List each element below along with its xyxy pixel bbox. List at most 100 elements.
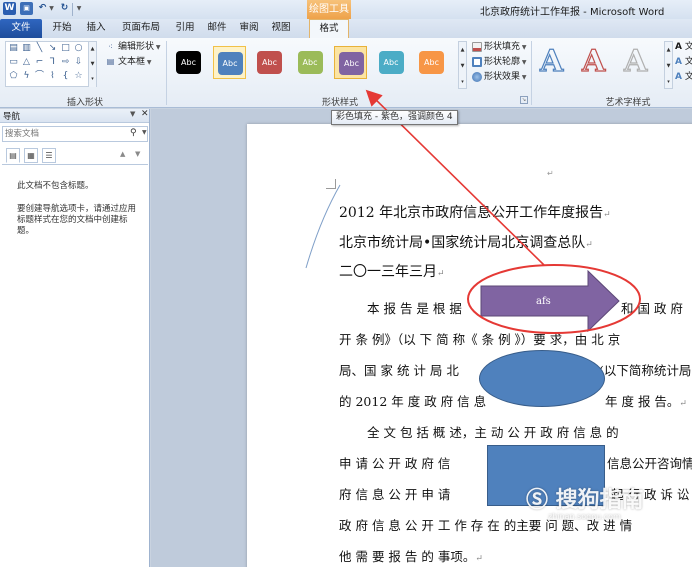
ellipse-shape[interactable] [479,350,605,407]
shape-down-arrow-icon[interactable]: ⇩ [73,57,84,68]
tab-references[interactable]: 引用 [170,19,200,38]
shape-styles-dialog-launcher-icon[interactable]: ↘ [520,96,528,104]
nav-close-icon[interactable]: ✕ [141,109,149,119]
shape-brace-icon[interactable]: { [60,71,71,82]
wordart-style-red-outline[interactable]: A [581,43,605,80]
wordart-scroll-down-icon[interactable]: ▼ [665,58,672,74]
shape-style-swatch-aqua[interactable]: Abc [375,46,408,79]
para-mark: ↵ [547,169,554,178]
wordart-more-icon[interactable]: ▾ [665,74,672,90]
wordart-scroll-up-icon[interactable]: ▲ [665,42,672,58]
shape-effects-label: 形状效果 [484,72,521,82]
doc-line-text: 他 需 要 报 告 的 事项。 [339,549,476,564]
arrow-shape-label[interactable]: afs [536,296,551,307]
tab-mailings[interactable]: 邮件 [202,19,232,38]
shape-style-swatch-text: Abc [419,51,444,74]
gallery-more-icon[interactable]: ▾ [88,72,96,87]
doc-line-text: 北京市统计局•国家统计局北京调查总队 [339,235,586,251]
shape-style-gallery[interactable]: Abc Abc Abc Abc Abc Abc Abc [172,41,458,89]
nav-options-icon[interactable]: ▼ [130,110,135,118]
tab-file[interactable]: 文件 [0,19,42,38]
shape-style-swatch-red[interactable]: Abc [253,46,286,79]
search-icon[interactable]: ⚲ [130,128,137,138]
nav-tab-pages-icon[interactable]: ▦ [24,148,38,163]
nav-search-input[interactable] [5,128,123,140]
shape-fill-button[interactable]: 形状填充 ▼ [472,40,527,54]
shape-style-swatch-purple[interactable]: Abc [334,46,367,79]
customize-icon[interactable]: ▼ [75,2,83,15]
shape-gallery[interactable]: ▤ ▥ ╲ ↘ □ ○ ▭ △ ⌐ ⅂ ⇨ ⇩ ⬠ ϟ ⌒ ⌇ { ☆ ▲ ▼ … [5,41,97,87]
tab-page-layout[interactable]: 页面布局 [114,19,168,38]
shape-pentagon-icon[interactable]: ⬠ [8,71,19,82]
shape-right-arrow-icon[interactable]: ⇨ [60,57,71,68]
ribbon-tab-row: 文件 开始 插入 页面布局 引用 邮件 审阅 视图 格式 [0,19,692,38]
tab-review[interactable]: 审阅 [234,19,264,38]
undo-dropdown-icon[interactable]: ▼ [48,2,55,15]
shape-triangle-icon[interactable]: △ [21,57,32,68]
shape-connector-icon[interactable]: ⅂ [47,57,58,68]
shape-style-swatch-orange[interactable]: Abc [415,46,448,79]
tab-format[interactable]: 格式 [309,19,349,38]
shape-style-swatch-text: Abc [176,51,201,74]
nav-tab-results-icon[interactable]: ☰ [42,148,56,163]
shape-effects-button[interactable]: 形状效果 ▼ [472,70,527,84]
shape-arrow-line-icon[interactable]: ↘ [47,43,58,54]
shape-freeform-icon[interactable]: ⌇ [47,71,58,82]
text-effects-button[interactable]: A 文 [675,70,692,84]
shape-star-icon[interactable]: ☆ [73,71,84,82]
style-more-icon[interactable]: ▾ [459,74,466,90]
text-outline-button[interactable]: A 文 [675,55,692,69]
gallery-scroll-down-icon[interactable]: ▼ [88,57,96,72]
shape-outline-button[interactable]: 形状轮廓 ▼ [472,55,527,69]
doc-body-line-right: (以下简称统计局 [599,363,692,378]
redo-icon[interactable]: ↻ [58,2,71,15]
text-fill-button[interactable]: A 文 [675,40,692,54]
shape-style-swatch-black[interactable]: Abc [172,46,205,79]
text-fill-label: 文 [684,42,692,52]
edit-shape-button[interactable]: ⁖ 编辑形状 ▼ [105,41,160,54]
nav-next-icon[interactable]: ▼ [135,150,140,158]
doc-line-text: 二〇一三年三月 [339,264,437,280]
text-box-icon: ▤ [106,56,115,66]
shape-elbow-icon[interactable]: ⌐ [34,57,45,68]
shape-textbox-icon[interactable]: ▤ [8,43,19,54]
shape-rectangle-icon[interactable]: □ [60,43,71,54]
context-tab-group-label: 绘图工具 [307,0,351,19]
para-mark: ↵ [603,210,611,220]
doc-body-line: 的 2012 年 度 政 府 信 息 [339,394,487,409]
tab-start[interactable]: 开始 [46,19,78,38]
shape-lightning-icon[interactable]: ϟ [21,71,32,82]
shape-style-swatch-text: Abc [217,52,243,75]
shape-vertical-textbox-icon[interactable]: ▥ [21,43,32,54]
shape-oval-icon[interactable]: ○ [73,43,84,54]
watermark-logo-sub: zhinan.sogou.com [548,512,621,521]
word-app-icon[interactable]: W [3,2,16,15]
shape-style-swatch-blue[interactable]: Abc [212,46,246,79]
nav-help-message: 要创建导航选项卡，请通过应用标题样式在您的文档中创建标题。 [17,204,137,236]
group-separator [531,41,532,105]
shape-style-swatch-green[interactable]: Abc [294,46,327,79]
shape-style-swatch-text: Abc [378,51,404,74]
gallery-scroll-up-icon[interactable]: ▲ [88,42,96,57]
doc-title-line: 2012 年北京市政府信息公开工作年度报告↵ [339,202,611,222]
shape-line-icon[interactable]: ╲ [34,43,45,54]
shape-rounded-rect-icon[interactable]: ▭ [8,57,19,68]
nav-search-box[interactable]: ⚲ ▼ [2,126,148,142]
style-gallery-scroll[interactable]: ▲ ▼ ▾ [458,41,467,89]
nav-prev-icon[interactable]: ▲ [120,150,125,158]
wordart-style-gray-outline[interactable]: A [623,43,647,80]
nav-tab-headings-icon[interactable]: ▤ [6,148,20,163]
wordart-gallery-scroll[interactable]: ▲ ▼ ▾ [664,41,673,89]
text-box-button[interactable]: ▤ 文本框 ▼ [105,56,152,69]
style-scroll-down-icon[interactable]: ▼ [459,58,466,74]
wordart-style-blue-outline[interactable]: A [539,43,563,80]
shape-style-swatch-text: Abc [297,51,323,74]
wordart-group-label: 艺术字样式 [605,98,651,108]
tab-insert[interactable]: 插入 [80,19,112,38]
tab-view[interactable]: 视图 [266,19,296,38]
save-icon[interactable]: ▣ [20,2,33,15]
search-dropdown-icon[interactable]: ▼ [142,129,147,136]
edit-shape-label: 编辑形状 [118,42,155,52]
shape-curve-icon[interactable]: ⌒ [34,71,45,82]
style-scroll-up-icon[interactable]: ▲ [459,42,466,58]
